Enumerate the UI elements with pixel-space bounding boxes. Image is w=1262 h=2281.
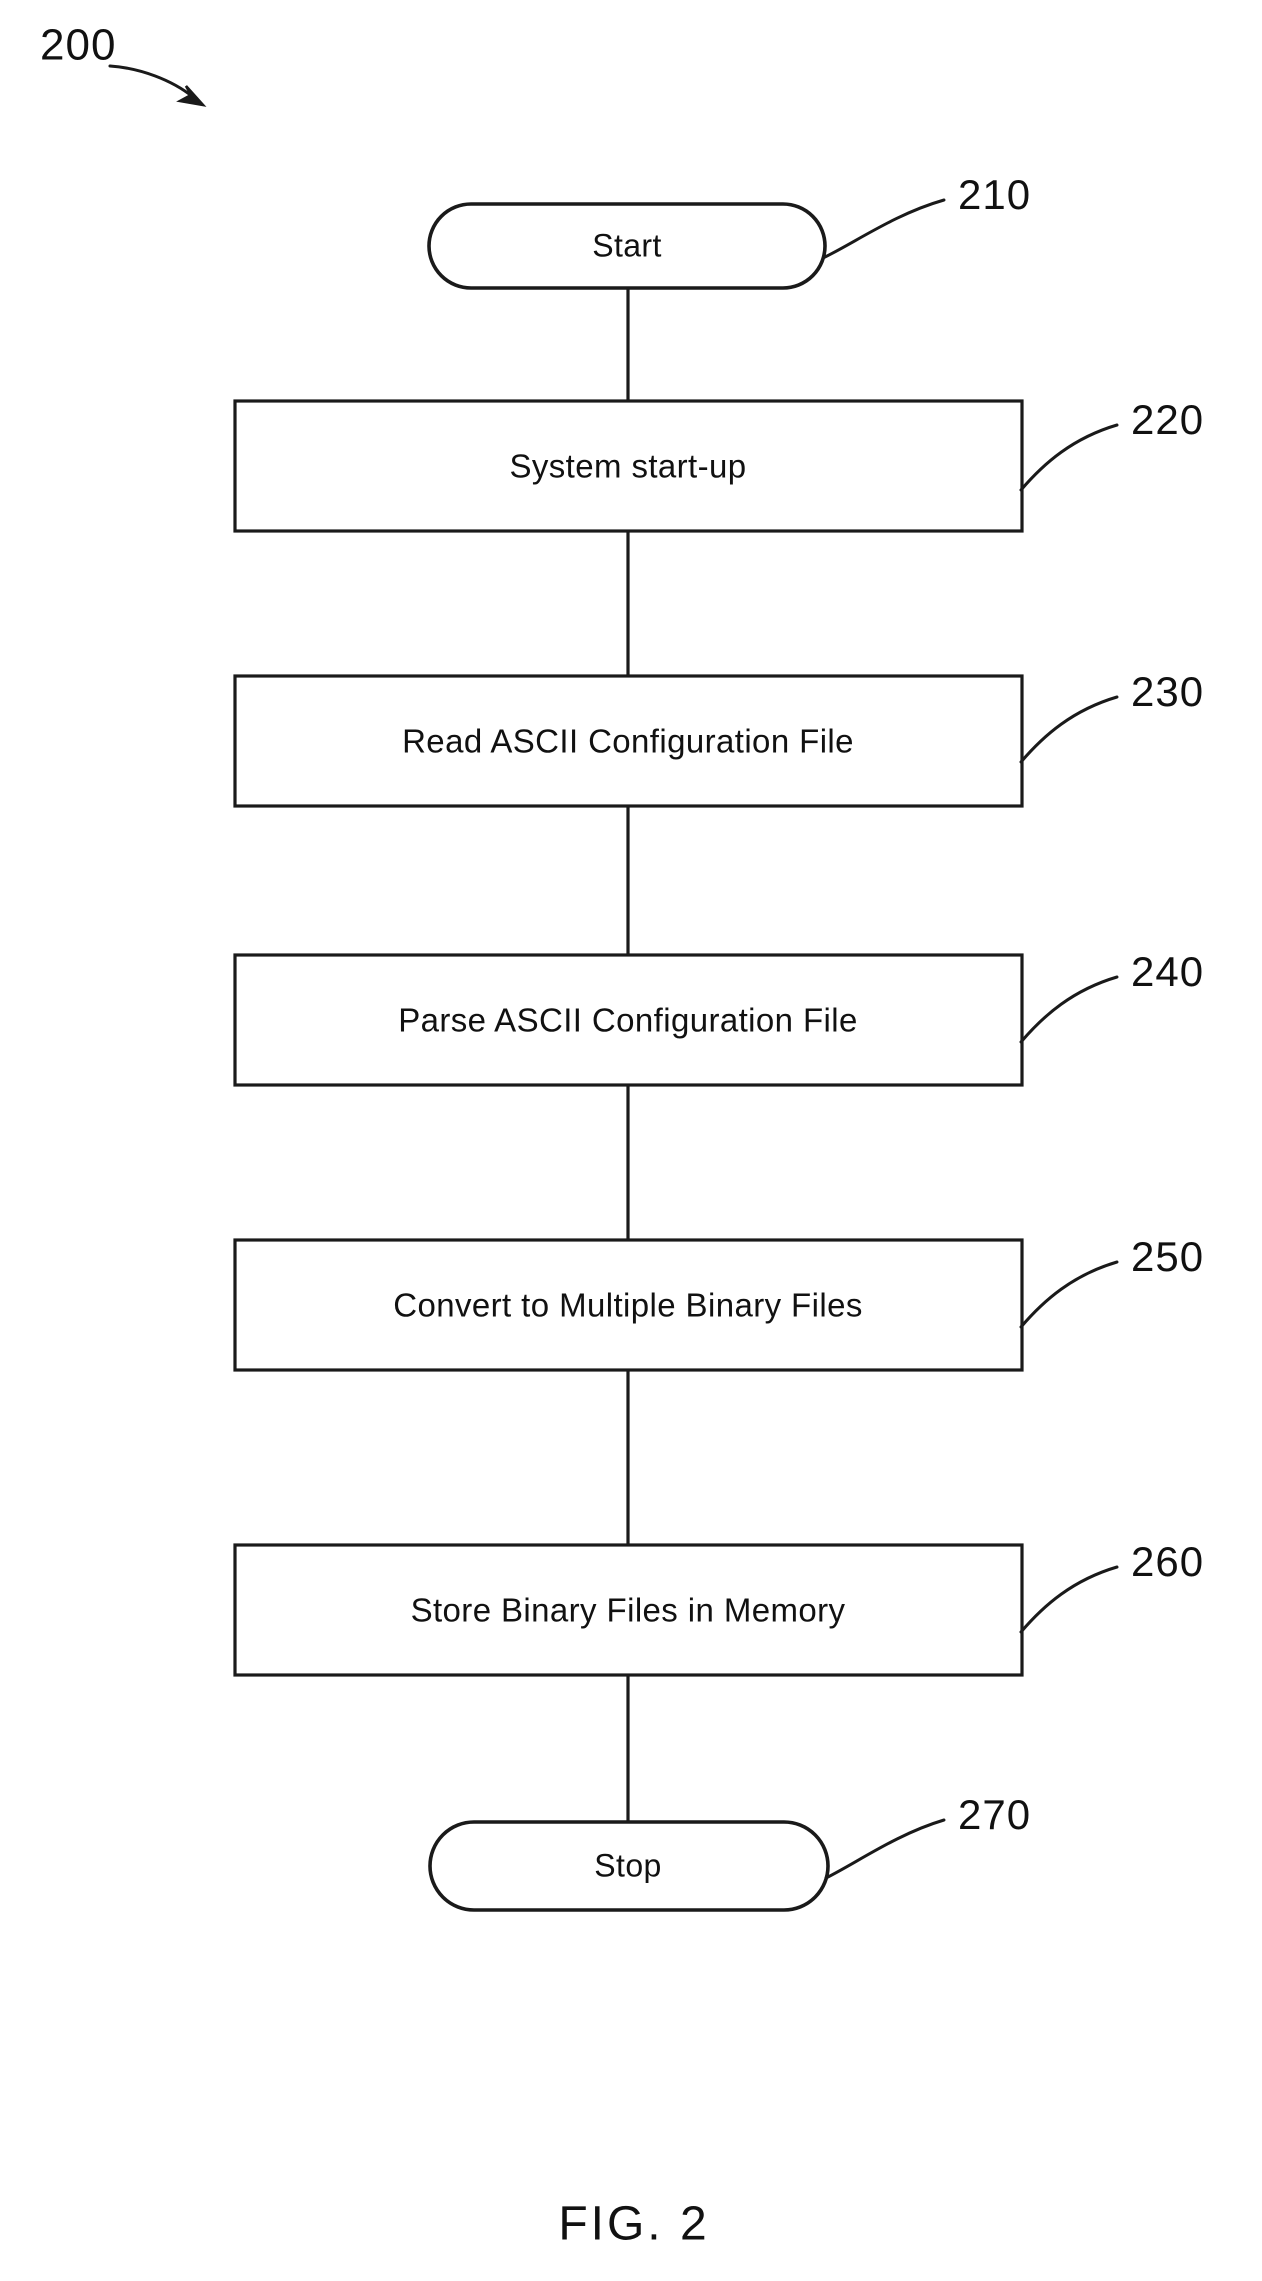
flow-node-stop[interactable]: Stop: [428, 1820, 830, 1912]
reference-callout-260: 260: [1019, 1538, 1204, 1634]
flow-node-convert-to-multiple-binary-files[interactable]: Convert to Multiple Binary Files: [233, 1238, 1024, 1372]
convert-to-multiple-binary-files-label: Convert to Multiple Binary Files: [393, 1287, 862, 1324]
reference-numeral-270: 270: [958, 1791, 1031, 1838]
leader-line-220: [1019, 423, 1119, 492]
leader-line-240: [1019, 975, 1119, 1044]
leader-line-270: [824, 1818, 946, 1880]
reference-callout-240: 240: [1019, 948, 1204, 1044]
sheet-reference-leader-line: [108, 64, 195, 99]
sheet-reference-label: 200: [40, 21, 116, 70]
system-start-up-label: System start-up: [509, 448, 746, 485]
leader-line-260: [1019, 1565, 1119, 1634]
reference-numeral-230: 230: [1131, 668, 1204, 715]
reference-callout-210: 210: [821, 171, 1031, 260]
store-binary-files-in-memory-label: Store Binary Files in Memory: [411, 1592, 846, 1629]
flow-node-read-ascii-configuration-file[interactable]: Read ASCII Configuration File: [233, 674, 1024, 808]
parse-ascii-configuration-file-label: Parse ASCII Configuration File: [398, 1002, 858, 1039]
reference-callout-230: 230: [1019, 668, 1204, 764]
reference-numeral-240: 240: [1131, 948, 1204, 995]
reference-callout-250: 250: [1019, 1233, 1204, 1329]
patent-figure-canvas: 200 Start 210 System start-up 220 Read A…: [0, 0, 1262, 2281]
leader-line-250: [1019, 1260, 1119, 1329]
leader-line-230: [1019, 695, 1119, 764]
flowchart-drawing: 200 Start 210 System start-up 220 Read A…: [40, 21, 1204, 2251]
flow-node-store-binary-files-in-memory[interactable]: Store Binary Files in Memory: [233, 1543, 1024, 1677]
reference-numeral-260: 260: [1131, 1538, 1204, 1585]
figure-caption: FIG. 2: [558, 2198, 709, 2251]
flow-node-start[interactable]: Start: [427, 202, 827, 290]
reference-callout-270: 270: [824, 1791, 1031, 1880]
flow-node-system-start-up[interactable]: System start-up: [233, 399, 1024, 533]
leader-line-210: [821, 198, 946, 260]
flow-node-parse-ascii-configuration-file[interactable]: Parse ASCII Configuration File: [233, 953, 1024, 1087]
reference-numeral-210: 210: [958, 171, 1031, 218]
reference-numeral-220: 220: [1131, 396, 1204, 443]
sheet-reference-group: 200: [40, 21, 207, 107]
reference-numeral-250: 250: [1131, 1233, 1204, 1280]
stop-node-label: Stop: [594, 1847, 661, 1883]
read-ascii-configuration-file-label: Read ASCII Configuration File: [402, 723, 854, 760]
start-node-label: Start: [592, 227, 662, 263]
reference-callout-220: 220: [1019, 396, 1204, 492]
